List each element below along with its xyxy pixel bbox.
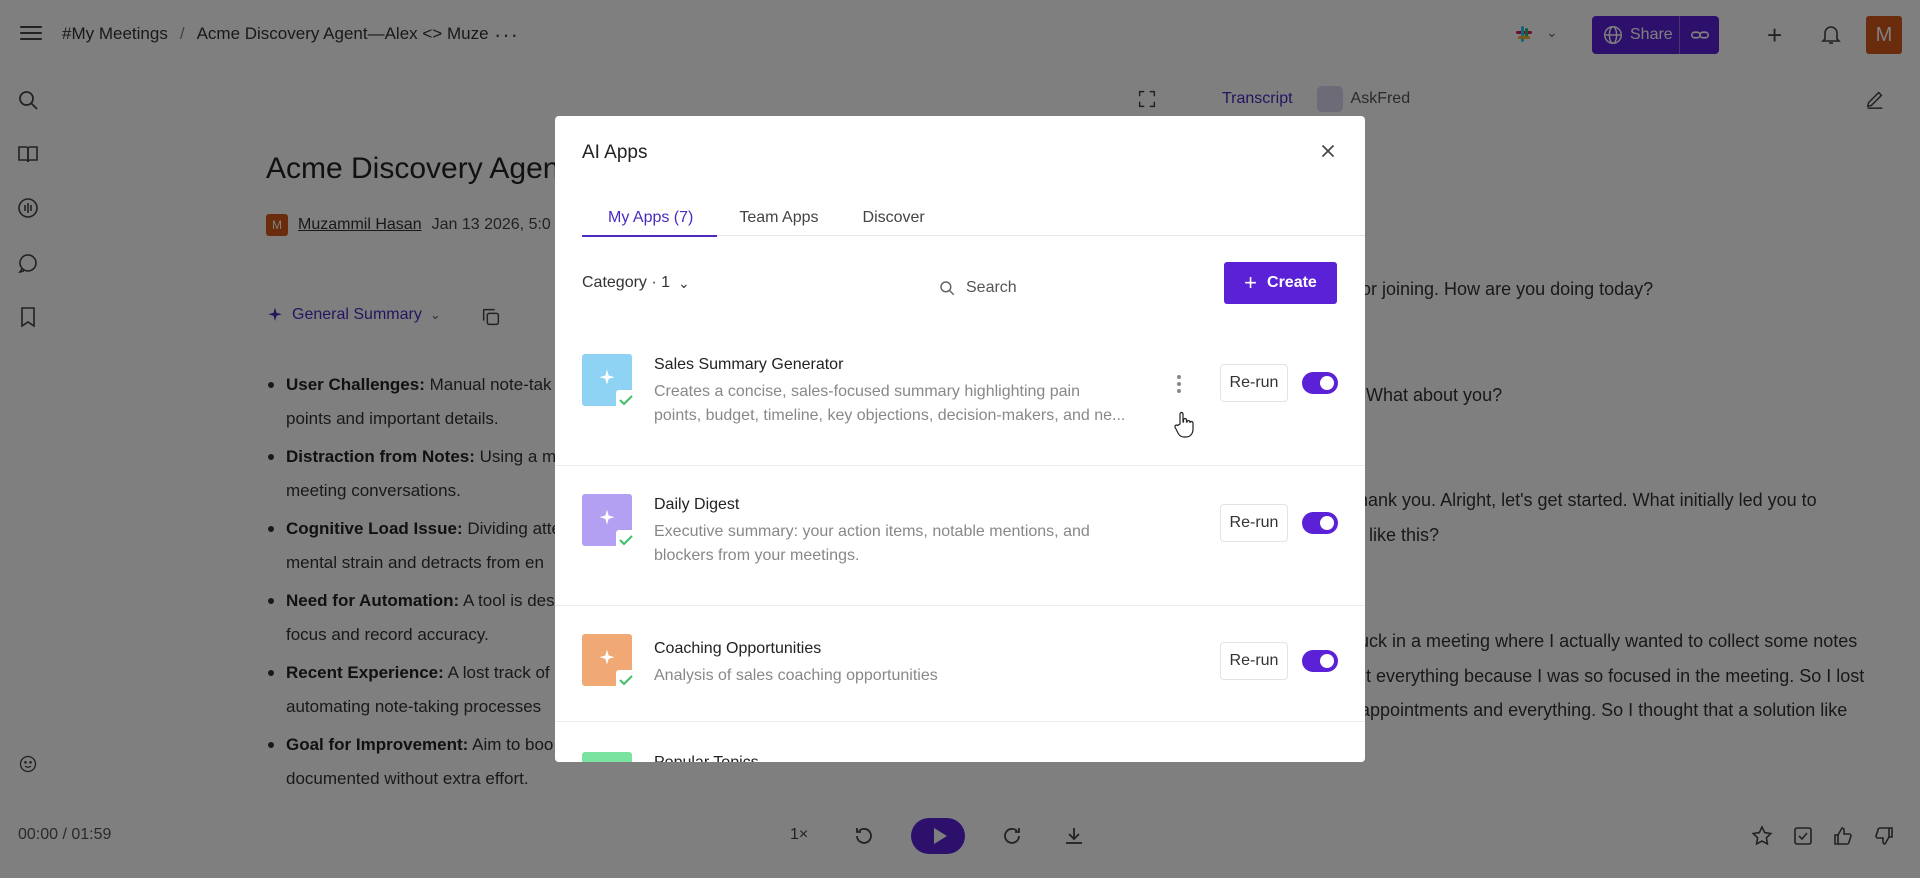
app-list: Sales Summary Generator Creates a concis… <box>555 326 1365 762</box>
tab-discover[interactable]: Discover <box>841 182 947 236</box>
app-toggle[interactable] <box>1302 372 1338 394</box>
app-name: Coaching Opportunities <box>654 640 822 657</box>
search-icon <box>940 281 955 296</box>
search-box <box>938 270 1218 306</box>
close-icon[interactable] <box>1317 140 1339 162</box>
app-icon <box>582 752 632 762</box>
create-label: Create <box>1267 274 1317 291</box>
sparkle-icon <box>599 369 615 385</box>
sparkle-icon <box>599 649 615 665</box>
app-row-coaching-opportunities[interactable]: Coaching Opportunities Analysis of sales… <box>555 606 1365 722</box>
chevron-down-icon: ⌄ <box>678 274 690 291</box>
app-description: Analysis of sales coaching opportunities <box>654 667 938 684</box>
sparkle-icon <box>599 509 615 525</box>
app-icon <box>582 494 636 550</box>
app-name: Sales Summary Generator <box>654 356 844 373</box>
hand-cursor-icon <box>1174 411 1194 438</box>
modal-tabs: My Apps (7) Team Apps Discover <box>582 182 1365 237</box>
category-filter[interactable]: Category · 1 ⌄ <box>582 274 690 292</box>
app-row-daily-digest[interactable]: Daily Digest Executive summary: your act… <box>555 466 1365 606</box>
app-description: Executive summary: your action items, no… <box>654 523 1090 564</box>
modal-title: AI Apps <box>582 142 648 163</box>
app-icon <box>582 354 636 410</box>
rerun-button[interactable]: Re-run <box>1220 504 1288 542</box>
create-button[interactable]: + Create <box>1224 262 1337 304</box>
app-toggle[interactable] <box>1302 650 1338 672</box>
check-icon <box>616 670 636 690</box>
app-toggle[interactable] <box>1302 512 1338 534</box>
check-icon <box>616 390 636 410</box>
rerun-button[interactable]: Re-run <box>1220 642 1288 680</box>
ai-apps-modal: AI Apps My Apps (7) Team Apps Discover C… <box>555 116 1365 762</box>
app-row-popular-topics[interactable]: Popular Topics <box>555 722 1365 762</box>
category-label: Category · 1 <box>582 274 671 291</box>
app-name: Daily Digest <box>654 496 740 513</box>
app-icon <box>582 634 636 690</box>
plus-icon: + <box>1244 270 1258 295</box>
app-name: Popular Topics <box>654 754 759 762</box>
app-row-sales-summary-generator[interactable]: Sales Summary Generator Creates a concis… <box>555 326 1365 466</box>
tab-my-apps[interactable]: My Apps (7) <box>582 182 718 237</box>
rerun-button[interactable]: Re-run <box>1220 364 1288 402</box>
kebab-menu-icon[interactable] <box>1175 372 1183 394</box>
check-icon <box>616 530 636 550</box>
search-input[interactable] <box>966 279 1166 297</box>
tab-team-apps[interactable]: Team Apps <box>717 182 840 236</box>
app-description: Creates a concise, sales-focused summary… <box>654 383 1126 424</box>
